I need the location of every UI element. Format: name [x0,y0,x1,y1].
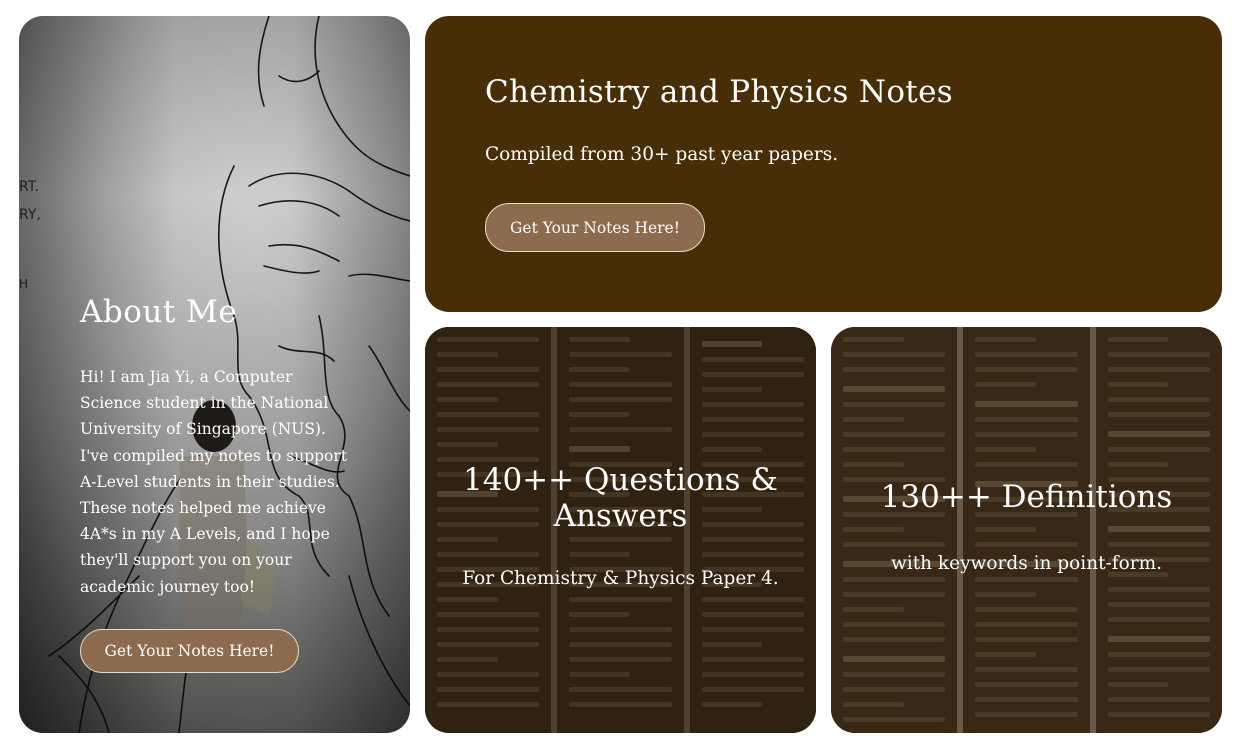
questions-title: 140++ Questions & Answers [463,462,778,534]
definitions-description: with keywords in point-form. [890,553,1163,574]
about-card: RT. RY, H About Me Hi! I am Jia Yi, a Co… [19,16,410,733]
about-heading: About Me [80,294,238,330]
hero-get-notes-button[interactable]: Get Your Notes Here! [485,203,705,252]
hero-title: Chemistry and Physics Notes [485,74,953,110]
about-get-notes-button[interactable]: Get Your Notes Here! [80,629,299,673]
definitions-title: 130++ Definitions [880,479,1173,515]
questions-description: For Chemistry & Physics Paper 4. [462,568,779,589]
questions-card[interactable]: 140++ Questions & Answers For Chemistry … [425,327,816,733]
definitions-card[interactable]: 130++ Definitions with keywords in point… [831,327,1222,733]
hero-subtitle: Compiled from 30+ past year papers. [485,144,839,165]
hero-card: Chemistry and Physics Notes Compiled fro… [425,16,1222,312]
about-body: Hi! I am Jia Yi, a Computer Science stud… [80,368,348,596]
